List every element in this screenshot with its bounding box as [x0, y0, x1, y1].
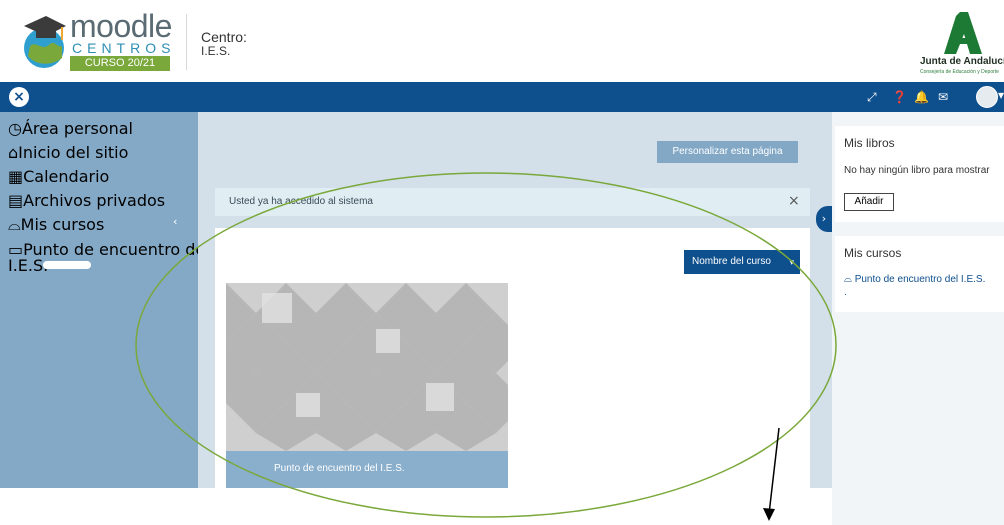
alert-message: Usted ya ha accedido al sistema [229, 196, 373, 207]
logo-year: CURSO 20/21 [70, 56, 170, 71]
drawer-item-archivos[interactable]: ▤Archivos privados [8, 191, 165, 210]
mail-icon[interactable]: ✉ [938, 89, 948, 105]
course-pattern-image [226, 283, 508, 451]
block-drawer-toggle[interactable]: › [816, 206, 832, 232]
drawer-item-label: Inicio del sitio [18, 143, 129, 162]
course-link[interactable]: ⌓ Punto de encuentro del I.E.S. . [844, 273, 989, 299]
drawer-item-inicio[interactable]: ⌂Inicio del sitio [8, 143, 128, 162]
drawer-item-label: Mis cursos [20, 215, 105, 234]
login-alert: Usted ya ha accedido al sistema × [215, 188, 810, 216]
moodle-centros-logo[interactable]: moodle CENTROS CURSO 20/21 [22, 10, 172, 74]
junta-mark-icon [944, 12, 982, 54]
calendar-icon: ▦ [8, 167, 24, 186]
drawer-item-label: Calendario [23, 167, 110, 186]
arrow-head [763, 508, 775, 521]
chevron-right-icon: › [821, 212, 827, 225]
drawer-item-label: Área personal [21, 119, 133, 138]
drawer-item-calendario[interactable]: ▦Calendario [8, 167, 109, 186]
course-link-label: Punto de encuentro del I.E.S. . [844, 274, 986, 298]
course-tile-label: Punto de encuentro del I.E.S. [274, 463, 405, 474]
header-divider [186, 14, 187, 70]
drawer-item-label: Archivos privados [23, 191, 166, 210]
logo-brand: moodle [70, 8, 172, 44]
alert-close-icon[interactable]: × [788, 193, 800, 209]
course-tile-footer: Punto de encuentro del I.E.S. [226, 451, 508, 488]
junta-logo[interactable]: Junta de Andalucía Consejería de Educaci… [920, 12, 1004, 76]
moodle-page: moodle CENTROS CURSO 20/21 Centro: I.E.S… [0, 0, 1004, 525]
customize-page-button[interactable]: Personalizar esta página [657, 141, 798, 163]
sort-course-dropdown[interactable]: Nombre del curso ▾ [684, 250, 800, 274]
junta-sub: Consejería de Educación y Deporte [920, 69, 999, 75]
logo-sub: CENTROS [72, 40, 176, 56]
dashboard-icon: ◷ [8, 119, 22, 138]
block-title: Mis cursos [844, 246, 902, 260]
file-icon: ▤ [8, 191, 24, 210]
centro-name: I.E.S. [201, 44, 231, 58]
centro-label: Centro: [201, 29, 247, 45]
junta-name: Junta de Andalucía [920, 56, 1004, 67]
caret-down-icon: ▾ [789, 257, 794, 267]
chevron-left-icon[interactable]: ‹ [173, 215, 177, 228]
add-book-button[interactable]: Añadir [844, 193, 894, 211]
home-icon: ⌂ [8, 143, 19, 162]
block-title: Mis libros [844, 136, 895, 150]
graduation-cap-icon: ⌓ [844, 274, 855, 285]
user-avatar[interactable] [976, 86, 998, 108]
drawer-item-mis-cursos[interactable]: ⌓Mis cursos [8, 215, 104, 235]
block-empty-text: No hay ningún libro para mostrar [844, 165, 990, 176]
drawer-item-area-personal[interactable]: ◷Área personal [8, 119, 133, 138]
graduation-cap-logo-icon [24, 16, 66, 68]
expand-icon[interactable]: ⤢ [867, 89, 877, 105]
sort-label: Nombre del curso [692, 256, 771, 267]
course-tile[interactable]: Punto de encuentro del I.E.S. [226, 283, 508, 488]
bell-icon[interactable]: 🔔 [914, 89, 929, 105]
graduation-cap-icon: ⌓ [8, 215, 21, 234]
help-icon[interactable]: ❓ [892, 89, 907, 105]
user-menu-caret-icon[interactable]: ▾ [998, 88, 1004, 102]
close-drawer-button[interactable]: × [9, 87, 29, 107]
redaction-mark [43, 261, 91, 269]
drawer-item-label: Punto de encuentro del [23, 240, 210, 259]
top-navbar: × ⤢ ❓ 🔔 ✉ ▾ [0, 82, 1004, 112]
centro-info: Centro: I.E.S. [201, 30, 247, 58]
site-header: moodle CENTROS CURSO 20/21 Centro: I.E.S… [0, 0, 1004, 82]
